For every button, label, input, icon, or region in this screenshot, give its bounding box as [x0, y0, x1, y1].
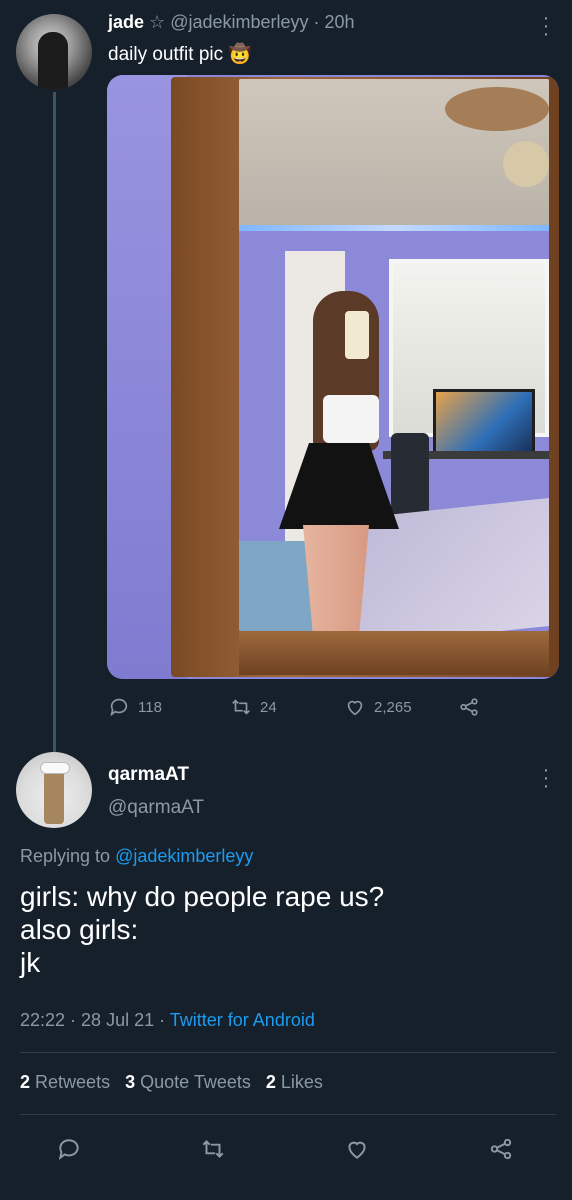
tweet1-text: daily outfit pic 🤠	[108, 42, 252, 66]
tweet2-date[interactable]: 28 Jul 21	[81, 1010, 154, 1030]
photo-person-top	[323, 395, 379, 443]
retweets-stat[interactable]: 2 Retweets	[20, 1072, 110, 1092]
retweet-count: 24	[260, 698, 277, 716]
like-icon	[347, 700, 363, 716]
star-outline-icon: ☆	[149, 12, 166, 32]
reply-button[interactable]: 118	[108, 696, 162, 718]
photo-fan-light	[503, 141, 549, 187]
tweet1-header: jade ☆ @jadekimberleyy · 20h	[108, 12, 355, 33]
tweet2-stats: 2 Retweets 3 Quote Tweets 2 Likes	[20, 1072, 323, 1093]
share-icon	[460, 698, 478, 716]
tweet2-author-name[interactable]: qarmaAT	[108, 764, 189, 786]
likes-stat[interactable]: 2 Likes	[266, 1072, 323, 1092]
reply-button[interactable]	[56, 1136, 82, 1167]
photo-fan-blade	[445, 87, 549, 131]
replying-to-handle[interactable]: @jadekimberleyy	[115, 846, 253, 866]
share-button[interactable]	[488, 1136, 514, 1167]
tweet1-author-handle[interactable]: @jadekimberleyy	[170, 12, 308, 32]
like-button[interactable]	[344, 1136, 370, 1167]
tweet2-line: also girls:	[20, 914, 139, 945]
share-icon	[490, 1138, 512, 1160]
avatar-meerkat	[44, 766, 64, 824]
share-button[interactable]	[458, 696, 480, 718]
photo-phone	[345, 311, 369, 359]
reply-count: 118	[138, 698, 162, 716]
tweet1-photo[interactable]	[107, 75, 559, 679]
tweet2-meta: 22:22 · 28 Jul 21 · Twitter for Android	[20, 1010, 315, 1030]
cowboy-emoji: 🤠	[228, 44, 253, 65]
photo-mirror-frame-bottom	[239, 631, 549, 675]
quote-tweets-stat[interactable]: 3 Quote Tweets	[125, 1072, 251, 1092]
retweet-button[interactable]: 24	[230, 696, 277, 718]
like-icon	[348, 1141, 366, 1159]
reply-icon	[58, 1139, 79, 1160]
retweet-icon	[202, 1140, 224, 1158]
thread-line	[53, 92, 56, 757]
separator-dot: ·	[308, 12, 325, 32]
tweet2-line: girls: why do people rape us?	[20, 881, 385, 912]
retweet-icon	[232, 699, 250, 715]
divider	[20, 1052, 556, 1053]
tweet2-time[interactable]: 22:22	[20, 1010, 65, 1030]
photo-monitor	[433, 389, 535, 455]
avatar-qarmaat[interactable]	[16, 752, 92, 828]
tweet2-author-handle[interactable]: @qarmaAT	[108, 797, 204, 819]
like-button[interactable]: 2,265	[344, 696, 412, 718]
avatar-hat	[40, 762, 70, 774]
tweet2-source[interactable]: Twitter for Android	[170, 1010, 315, 1030]
photo-led-strip	[239, 225, 549, 231]
more-icon[interactable]: · · ·	[540, 8, 552, 44]
avatar-jade[interactable]	[16, 14, 92, 90]
more-icon[interactable]: · · ·	[540, 760, 552, 796]
tweet1-text-content: daily outfit pic	[108, 44, 224, 65]
tweet2-text: girls: why do people rape us? also girls…	[20, 880, 384, 979]
replying-to-prefix: Replying to	[20, 846, 111, 866]
retweet-button[interactable]	[200, 1136, 226, 1167]
photo-person-legs	[303, 525, 369, 631]
tweet1-author-name[interactable]: jade	[108, 12, 144, 32]
tweet2-line: jk	[20, 947, 41, 978]
divider	[20, 1114, 556, 1115]
replying-to: Replying to @jadekimberleyy	[20, 846, 253, 867]
like-count: 2,265	[374, 698, 412, 716]
reply-icon	[110, 698, 128, 717]
avatar-figure	[38, 32, 68, 90]
photo-mirror-reflection	[239, 79, 549, 631]
tweet1-time[interactable]: 20h	[325, 12, 355, 32]
